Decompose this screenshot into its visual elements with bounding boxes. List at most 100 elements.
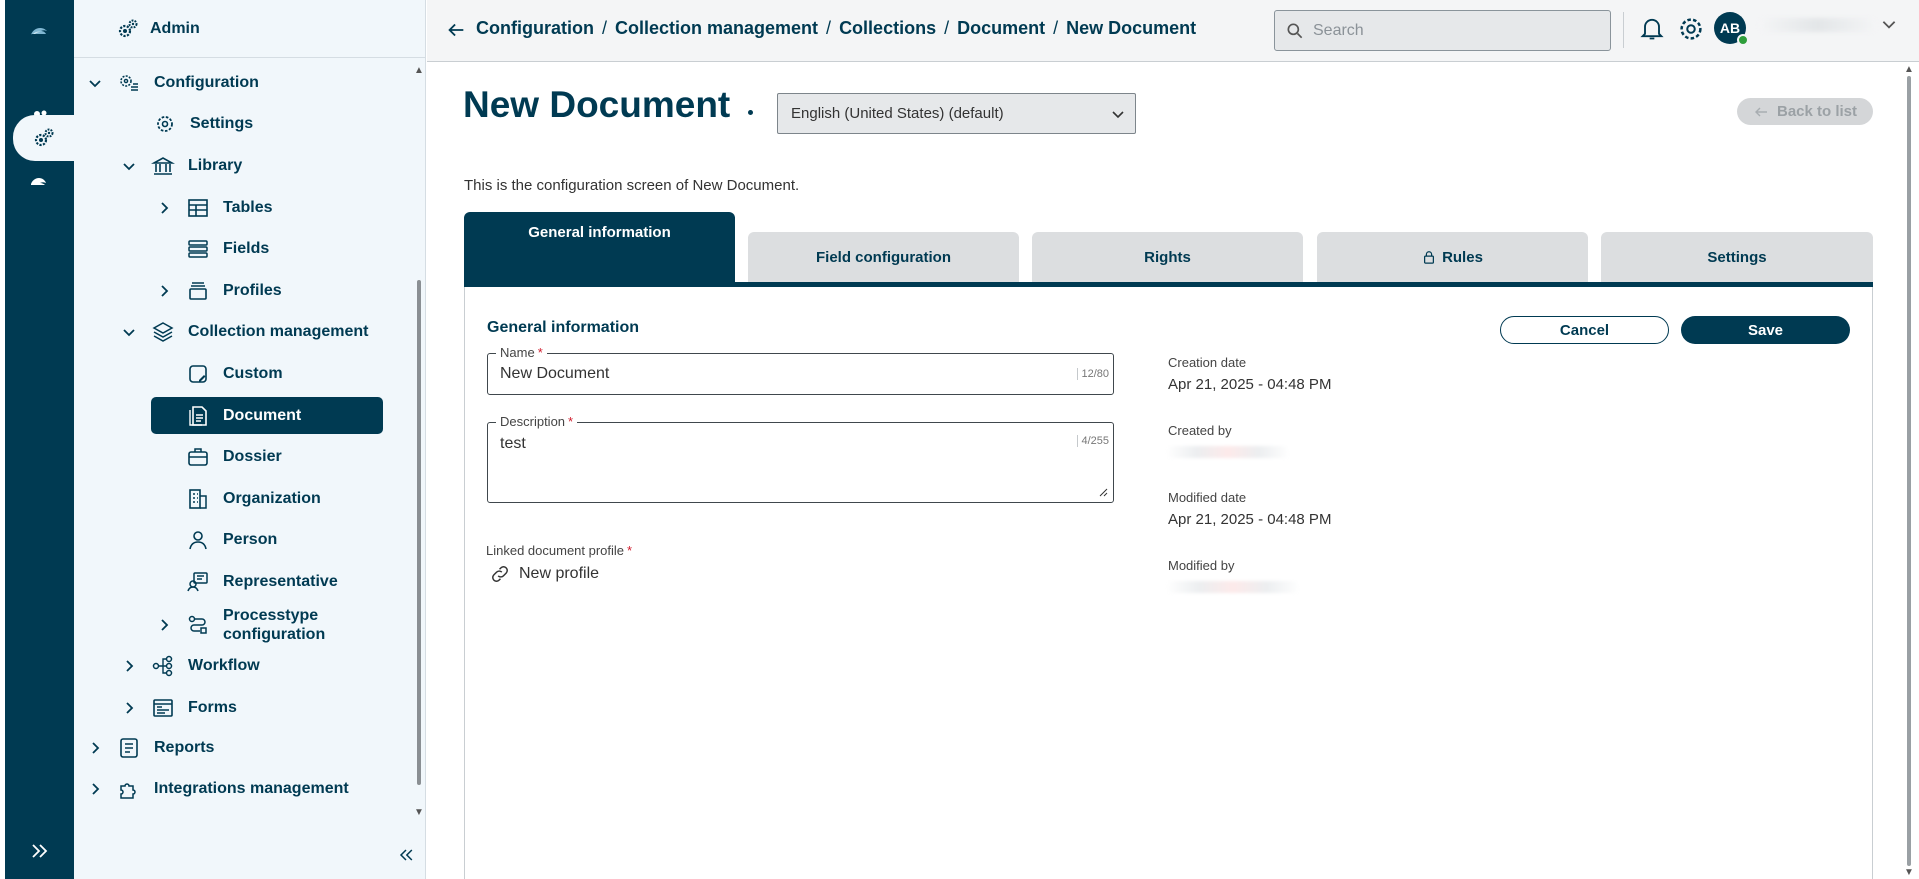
sidebar-item-library[interactable]: Library (118, 149, 408, 183)
breadcrumb-item[interactable]: Configuration (476, 18, 594, 38)
sidebar-item-label: Configuration (154, 74, 259, 91)
sidebar-item-document[interactable]: Document (151, 397, 383, 434)
description-field-value[interactable]: test (500, 435, 526, 453)
collapse-sidebar-button[interactable] (394, 843, 418, 867)
required-mark: * (568, 414, 574, 429)
sidebar-item-label: Representative (223, 573, 338, 590)
page-title: New Document (463, 84, 731, 125)
cancel-button[interactable]: Cancel (1500, 316, 1669, 344)
sidebar-item-fields[interactable]: Fields (185, 232, 415, 266)
sidebar-item-profiles[interactable]: Profiles (153, 274, 413, 308)
name-char-counter: 12/80 (1077, 368, 1109, 380)
resize-handle-icon[interactable] (1098, 487, 1108, 497)
rail-item-cloud[interactable] (5, 158, 74, 204)
sidebar-item-collection-management[interactable]: Collection management (118, 315, 413, 349)
linked-profile-link[interactable]: New profile (489, 563, 599, 585)
chevron-down-icon[interactable] (1880, 15, 1898, 33)
user-name-redacted[interactable] (1759, 18, 1877, 32)
breadcrumb: Configuration / Collection management / Coll… (476, 18, 1197, 38)
person-icon (185, 527, 211, 553)
tab-settings[interactable]: Settings (1601, 232, 1873, 282)
search-input[interactable] (1313, 21, 1593, 40)
rail-item-admin[interactable] (13, 115, 74, 161)
name-field-value[interactable]: New Document (500, 365, 609, 383)
settings-list-icon (116, 70, 142, 96)
scroll-up-arrow[interactable]: ▲ (414, 66, 424, 76)
lock-icon (1424, 251, 1435, 264)
name-field[interactable]: Name * New Document 12/80 (487, 345, 1114, 395)
tab-label: Rights (1144, 248, 1191, 266)
tab-field-configuration[interactable]: Field configuration (748, 232, 1019, 282)
tab-label: Rules (1442, 248, 1483, 266)
sidebar-item-dossier[interactable]: Dossier (185, 440, 415, 474)
chevron-right-icon[interactable] (84, 737, 106, 759)
sidebar-scrollbar[interactable] (417, 280, 421, 785)
language-select[interactable]: English (United States) (default) (777, 93, 1136, 134)
linked-profile-label: Linked document profile * (486, 543, 633, 558)
admin-sidebar: Admin Configuration Settings Library Tab… (74, 0, 426, 879)
back-arrow-icon[interactable] (445, 19, 467, 41)
tab-rules[interactable]: Rules (1317, 232, 1588, 282)
gears-icon (118, 19, 138, 37)
breadcrumb-item[interactable]: Collection management (615, 18, 818, 38)
tab-rights[interactable]: Rights (1032, 232, 1303, 282)
presence-indicator (1737, 34, 1749, 46)
scroll-down-arrow[interactable]: ▼ (414, 808, 424, 818)
created-by-label: Created by (1168, 423, 1232, 438)
gear-icon[interactable] (1676, 14, 1706, 44)
sidebar-item-label: Forms (188, 699, 237, 716)
bell-icon[interactable] (1638, 14, 1666, 42)
sidebar-item-processtype-configuration[interactable]: Processtype configuration (153, 604, 413, 646)
sidebar-item-person[interactable]: Person (185, 523, 415, 557)
library-icon (150, 153, 176, 179)
rail-expand-button[interactable] (5, 828, 74, 874)
back-to-list-label: Back to list (1776, 103, 1858, 120)
chevron-right-icon[interactable] (153, 280, 175, 302)
breadcrumb-item[interactable]: Document (957, 18, 1045, 38)
briefcase-icon (185, 444, 211, 470)
page-description: This is the configuration screen of New … (464, 177, 800, 194)
sidebar-header-label: Admin (150, 19, 200, 37)
sidebar-item-label: Workflow (188, 657, 260, 674)
gears-icon (34, 128, 53, 147)
sidebar-header[interactable]: Admin (74, 0, 426, 58)
chevron-right-icon[interactable] (118, 655, 140, 677)
custom-doc-icon (185, 361, 211, 387)
sidebar-item-label: Tables (223, 199, 273, 216)
sidebar-item-settings[interactable]: Settings (152, 107, 412, 141)
sidebar-item-label: Settings (190, 115, 254, 132)
chevron-down-icon[interactable] (118, 155, 140, 177)
sidebar-item-representative[interactable]: Representative (185, 565, 415, 599)
representative-icon (185, 569, 211, 595)
link-icon (492, 566, 508, 582)
sidebar-item-organization[interactable]: Organization (185, 482, 415, 516)
sidebar-item-custom[interactable]: Custom (185, 357, 415, 391)
chevron-down-icon[interactable] (84, 72, 106, 94)
search-box[interactable] (1274, 10, 1611, 51)
modified-by-label: Modified by (1168, 558, 1235, 573)
sidebar-item-tables[interactable]: Tables (153, 191, 413, 225)
table-icon (185, 195, 211, 221)
main-scrollbar[interactable]: ▲ ▼ (1904, 62, 1914, 879)
chevron-right-icon[interactable] (153, 197, 175, 219)
app-logo[interactable] (5, 8, 74, 54)
creation-date-label: Creation date (1168, 355, 1247, 370)
sidebar-item-integrations-management[interactable]: Integrations management (84, 772, 404, 806)
chevron-down-icon[interactable] (118, 321, 140, 343)
tab-general-information[interactable]: General information (464, 212, 735, 282)
sidebar-item-configuration[interactable]: Configuration (84, 66, 384, 100)
breadcrumb-item[interactable]: Collections (839, 18, 936, 38)
chevron-right-icon[interactable] (153, 614, 175, 636)
save-button[interactable]: Save (1681, 316, 1850, 344)
sidebar-item-workflow[interactable]: Workflow (118, 649, 408, 683)
chevron-right-icon[interactable] (84, 778, 106, 800)
chevron-right-icon[interactable] (118, 697, 140, 719)
profiles-icon (185, 278, 211, 304)
required-mark: * (627, 543, 633, 558)
sidebar-item-forms[interactable]: Forms (118, 691, 408, 725)
description-field[interactable]: Description * test 4/255 (487, 414, 1114, 503)
back-to-list-button[interactable]: Back to list (1737, 98, 1873, 125)
cloud-hand-icon (30, 178, 46, 185)
sidebar-item-reports[interactable]: Reports (84, 731, 404, 765)
sidebar-item-label: Document (223, 406, 302, 424)
